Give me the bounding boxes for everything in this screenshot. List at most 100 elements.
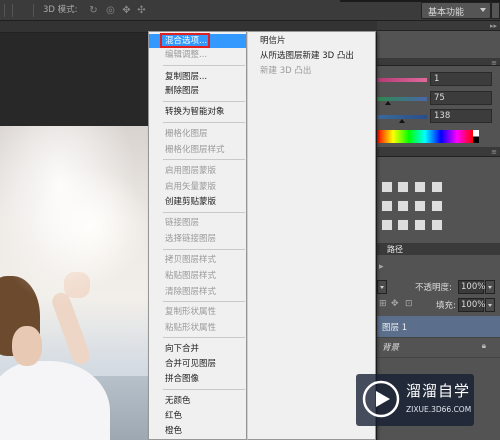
color-slider-1[interactable]: 1 <box>377 72 500 86</box>
posterize-icon[interactable] <box>397 219 409 231</box>
fill-dropdown[interactable] <box>485 298 495 312</box>
color-slider-3[interactable]: 138 <box>377 109 500 123</box>
menu-item-postcard[interactable]: 明信片 <box>260 34 286 48</box>
lock-all-icon[interactable]: ⊡ <box>405 299 413 309</box>
titlebar-strip <box>340 0 500 2</box>
panel-menu-icon[interactable]: ≡ <box>491 59 497 67</box>
menu-item-paste-shape[interactable]: 粘贴形状属性 <box>149 321 246 335</box>
menu-item-rasterize-layer[interactable]: 栅格化图层 <box>149 127 246 141</box>
lock-icon[interactable]: ⊞ <box>379 299 387 309</box>
menu-item-flatten[interactable]: 拼合图像 <box>149 372 246 386</box>
gradient-map-icon[interactable] <box>431 219 443 231</box>
menu-separator <box>163 65 245 66</box>
photo-face <box>12 326 42 366</box>
black-white-icon[interactable] <box>431 200 443 212</box>
menu-item-merge-visible[interactable]: 合并可见图层 <box>149 357 246 371</box>
menu-separator <box>163 159 245 160</box>
watermark-logo-icon <box>362 380 400 418</box>
panel-header-color: ▸▸ <box>377 21 500 31</box>
menu-item-link-layers[interactable]: 链接图层 <box>149 216 246 230</box>
menu-separator <box>163 249 245 250</box>
roll-3d-icon[interactable]: ◎ <box>104 4 117 17</box>
layer-row-1[interactable]: 图层 1 <box>377 316 500 338</box>
layers-tab-bar: 路径 <box>377 243 500 255</box>
canvas-photo[interactable] <box>0 126 150 440</box>
color-value-2[interactable]: 75 <box>430 91 492 105</box>
panel-subheader: ≡ <box>377 58 500 67</box>
opacity-dropdown[interactable] <box>485 280 495 294</box>
menu-item-create-clipping-mask[interactable]: 创建剪贴蒙版 <box>149 195 246 209</box>
exposure-icon[interactable] <box>431 181 443 193</box>
photo-dress <box>0 361 110 440</box>
black-white-swatch[interactable] <box>473 130 479 143</box>
opacity-input[interactable]: 100% <box>458 280 485 294</box>
layer-name: 图层 1 <box>382 323 408 333</box>
menu-item-clear-style[interactable]: 清除图层样式 <box>149 285 246 299</box>
color-slider-2[interactable]: 75 <box>377 91 500 105</box>
layer-row-background[interactable]: 背景 🔒︎ <box>377 336 500 358</box>
slider-knob[interactable] <box>385 101 391 105</box>
workspace-select[interactable]: 基本功能 <box>421 2 491 19</box>
brightness-icon[interactable] <box>381 181 393 193</box>
menu-item-select-linked[interactable]: 选择链接图层 <box>149 232 246 246</box>
panel-header-adjustments: ≡ <box>377 147 500 157</box>
color-value-1[interactable]: 1 <box>430 72 492 86</box>
collapse-icon[interactable]: ▸▸ <box>490 22 497 30</box>
photo-veil <box>0 126 150 326</box>
watermark-url: ZIXUE.3D66.COM <box>406 405 472 414</box>
blend-mode-dropdown[interactable] <box>377 280 387 294</box>
watermark: 溜溜自学 ZIXUE.3D66.COM <box>356 374 474 426</box>
opacity-row: 不透明度: 100% <box>377 278 500 296</box>
rotate-3d-icon[interactable]: ↻ <box>87 4 100 17</box>
menu-item-copy-style[interactable]: 拷贝图层样式 <box>149 253 246 267</box>
threshold-icon[interactable] <box>414 219 426 231</box>
menu-item-new-3d-extrusion-selected[interactable]: 从所选图层新建 3D 凸出 <box>260 49 354 63</box>
menu-item-edit-adjustment[interactable]: 编辑调整... <box>149 48 246 62</box>
lock-position-icon[interactable]: ✥ <box>391 299 399 309</box>
menu-separator <box>163 101 245 102</box>
fill-row: ⊞ ✥ ⊡ 填充: 100% <box>377 296 500 314</box>
menu-item-duplicate-layer[interactable]: 复制图层... <box>149 70 246 84</box>
slide-3d-icon[interactable]: ✣ <box>135 4 148 17</box>
menu-separator <box>163 212 245 213</box>
hue-saturation-icon[interactable] <box>397 200 409 212</box>
annotation-highlight-box <box>160 33 210 48</box>
menu-item-rasterize-style[interactable]: 栅格化图层样式 <box>149 143 246 157</box>
filter-icon[interactable]: ▸ <box>379 262 384 272</box>
invert-icon[interactable] <box>381 219 393 231</box>
pan-3d-icon[interactable]: ✥ <box>120 4 133 17</box>
lock-icon: 🔒︎ <box>481 341 486 350</box>
tab-paths[interactable]: 路径 <box>387 244 403 255</box>
menu-item-convert-smart-object[interactable]: 转换为智能对象 <box>149 105 246 119</box>
color-spectrum[interactable] <box>377 130 473 143</box>
watermark-brand: 溜溜自学 <box>406 382 471 400</box>
menu-item-merge-down[interactable]: 向下合并 <box>149 342 246 356</box>
slider-knob[interactable] <box>399 119 405 123</box>
color-balance-icon[interactable] <box>414 200 426 212</box>
menu-item-copy-shape[interactable]: 复制形状属性 <box>149 305 246 319</box>
fill-label: 填充: <box>436 301 456 311</box>
menu-item-orange[interactable]: 橙色 <box>149 424 246 438</box>
menu-item-no-color[interactable]: 无颜色 <box>149 394 246 408</box>
opacity-label: 不透明度: <box>415 283 452 293</box>
menu-item-paste-style[interactable]: 粘贴图层样式 <box>149 269 246 283</box>
workspace-extra-button[interactable] <box>491 2 500 19</box>
menu-item-delete-layer[interactable]: 删除图层 <box>149 84 246 98</box>
levels-icon[interactable] <box>397 181 409 193</box>
menu-item-new-3d-extrusion[interactable]: 新建 3D 凸出 <box>260 64 311 78</box>
color-value-3[interactable]: 138 <box>430 109 492 123</box>
separator <box>12 4 13 17</box>
layer-name: 背景 <box>382 343 400 353</box>
curves-icon[interactable] <box>414 181 426 193</box>
menu-item-enable-layer-mask[interactable]: 启用图层蒙版 <box>149 164 246 178</box>
menu-separator <box>163 122 245 123</box>
separator <box>33 4 34 17</box>
fill-input[interactable]: 100% <box>458 298 485 312</box>
slider-track[interactable] <box>377 78 427 82</box>
panel-menu-icon[interactable]: ≡ <box>491 148 497 156</box>
vibrance-icon[interactable] <box>381 200 393 212</box>
layer-context-menu: 混合选项... 编辑调整... 复制图层... 删除图层 转换为智能对象 栅格化… <box>148 31 247 440</box>
menu-item-enable-vector-mask[interactable]: 启用矢量蒙版 <box>149 180 246 194</box>
chevron-down-icon <box>480 8 486 12</box>
menu-item-red[interactable]: 红色 <box>149 409 246 423</box>
